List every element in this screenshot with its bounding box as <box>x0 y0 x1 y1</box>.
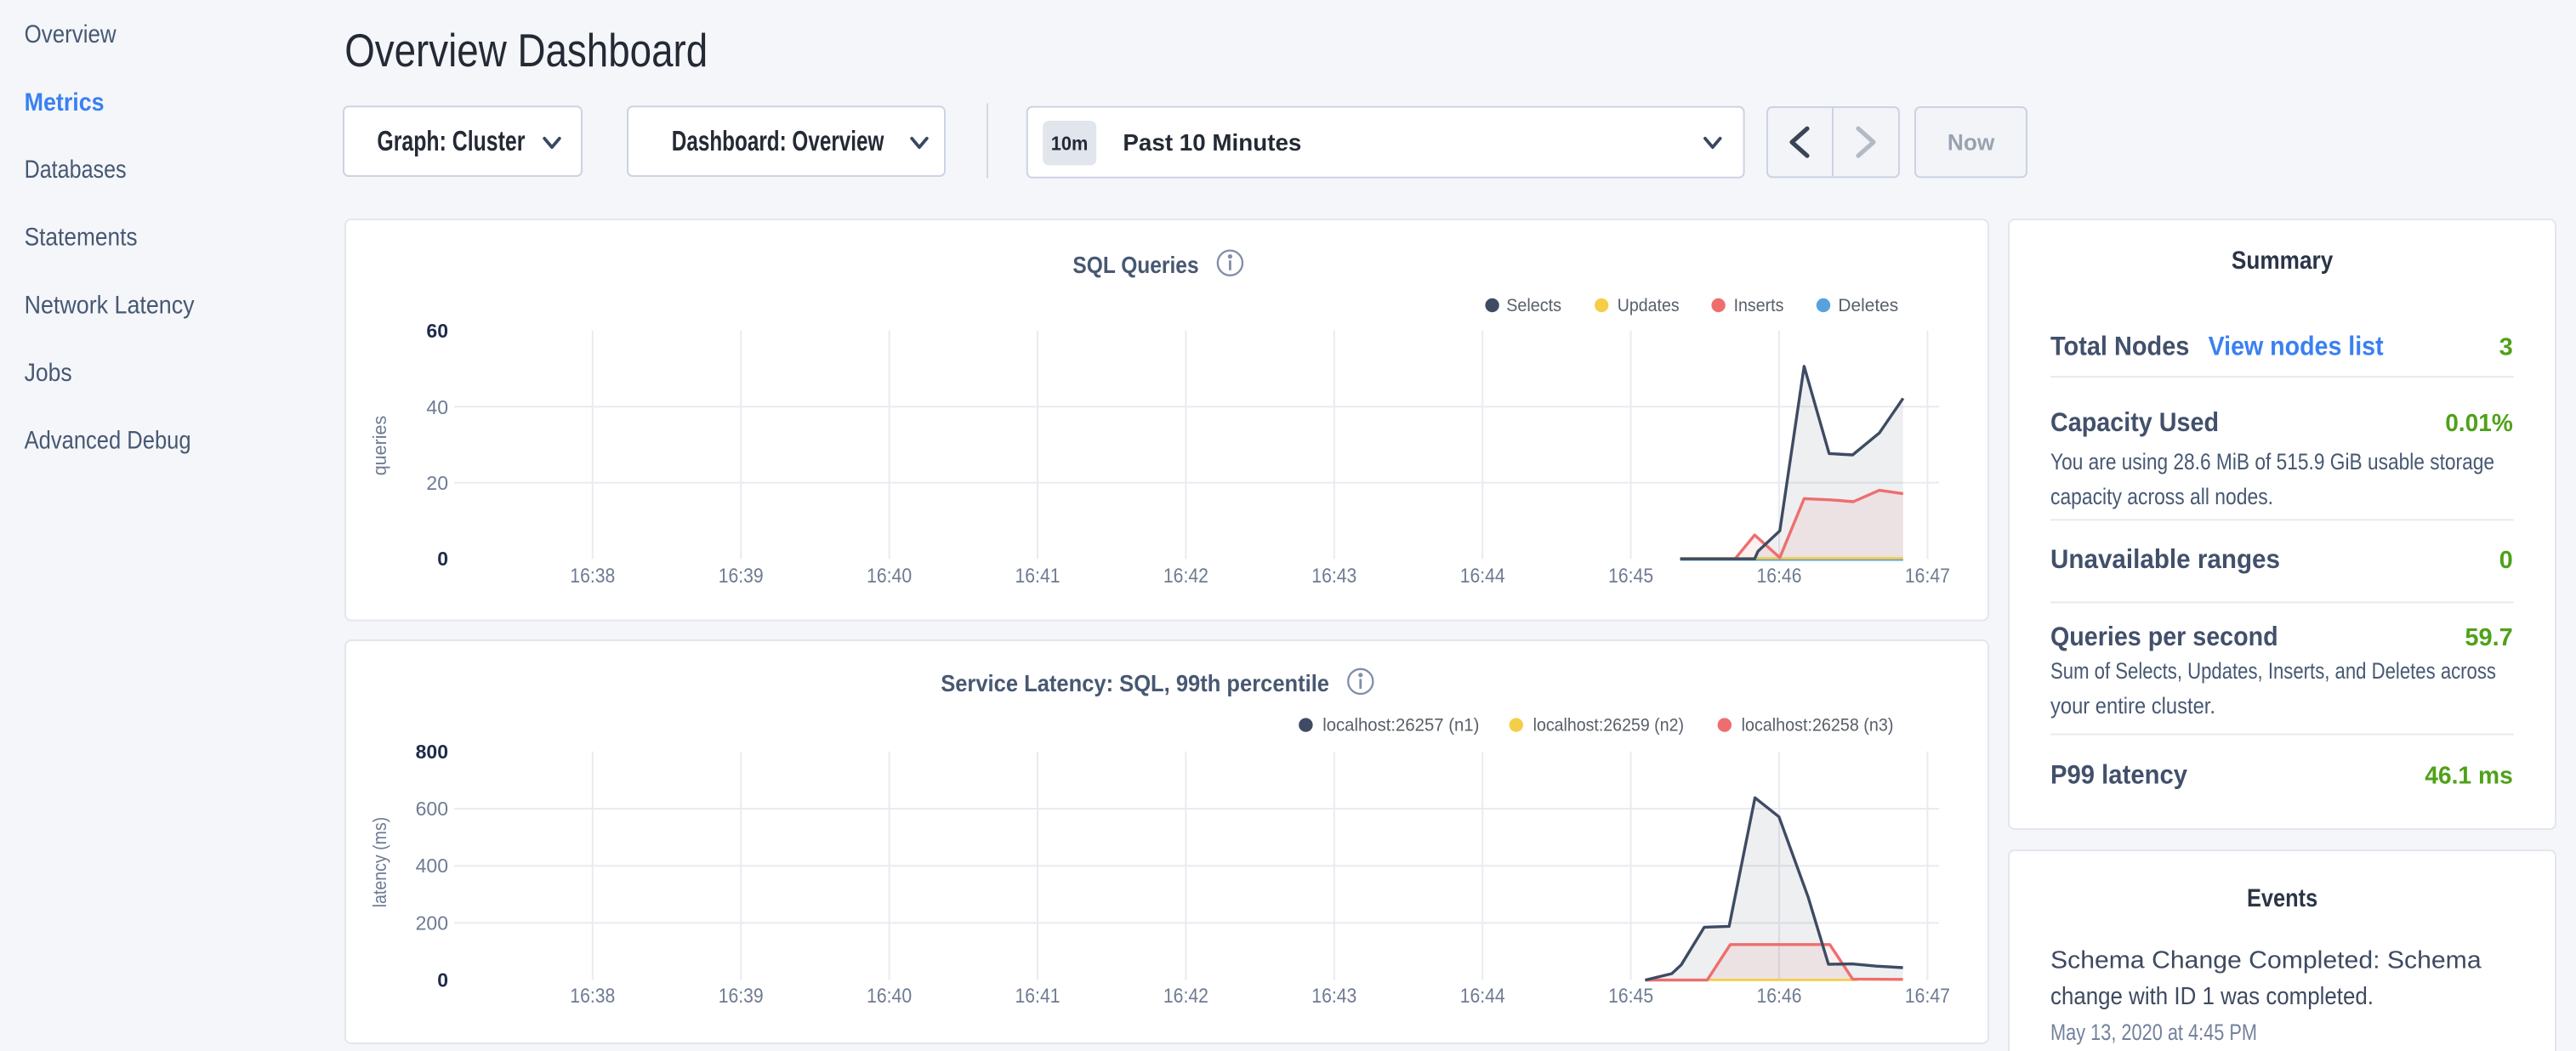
svg-text:16:41: 16:41 <box>1015 565 1061 588</box>
svg-text:Unavailable ranges: Unavailable ranges <box>2050 543 2280 574</box>
svg-text:Capacity Used: Capacity Used <box>2050 406 2219 437</box>
svg-text:localhost:26259 (n2): localhost:26259 (n2) <box>1533 714 1684 735</box>
svg-text:Overview: Overview <box>25 20 117 48</box>
svg-text:16:39: 16:39 <box>719 985 764 1008</box>
svg-text:0: 0 <box>437 969 448 991</box>
svg-text:Databases: Databases <box>25 156 127 184</box>
svg-text:Service Latency: SQL, 99th per: Service Latency: SQL, 99th percentile <box>941 670 1329 696</box>
svg-text:Statements: Statements <box>25 224 138 252</box>
svg-text:Sum of Selects, Updates, Inser: Sum of Selects, Updates, Inserts, and De… <box>2050 658 2496 684</box>
svg-text:16:47: 16:47 <box>1905 565 1950 588</box>
svg-text:16:45: 16:45 <box>1608 985 1653 1008</box>
svg-text:Overview Dashboard: Overview Dashboard <box>344 24 708 77</box>
svg-text:latency (ms): latency (ms) <box>369 817 390 908</box>
svg-text:Summary: Summary <box>2232 247 2334 275</box>
svg-text:Jobs: Jobs <box>25 359 72 387</box>
svg-text:Schema Change Completed: Schem: Schema Change Completed: Schema <box>2050 946 2482 974</box>
svg-text:localhost:26258 (n3): localhost:26258 (n3) <box>1742 714 1894 735</box>
svg-text:Updates: Updates <box>1618 295 1680 315</box>
svg-text:16:45: 16:45 <box>1608 565 1653 588</box>
svg-text:localhost:26257 (n1): localhost:26257 (n1) <box>1322 714 1479 735</box>
svg-text:Dashboard: Overview: Dashboard: Overview <box>672 125 884 156</box>
svg-text:16:44: 16:44 <box>1460 565 1505 588</box>
svg-text:Queries per second: Queries per second <box>2050 621 2278 651</box>
svg-text:16:43: 16:43 <box>1311 985 1356 1008</box>
svg-text:16:47: 16:47 <box>1905 985 1950 1008</box>
svg-text:Past 10 Minutes: Past 10 Minutes <box>1123 129 1301 156</box>
svg-text:0.01%: 0.01% <box>2445 410 2513 437</box>
svg-text:16:38: 16:38 <box>570 985 615 1008</box>
svg-text:queries: queries <box>369 416 390 476</box>
svg-text:16:44: 16:44 <box>1460 985 1505 1008</box>
svg-text:Now: Now <box>1948 129 1995 155</box>
svg-text:Metrics: Metrics <box>25 88 105 116</box>
svg-text:16:38: 16:38 <box>570 565 615 588</box>
svg-text:16:43: 16:43 <box>1311 565 1356 588</box>
svg-text:P99 latency: P99 latency <box>2050 759 2187 790</box>
svg-text:change with ID 1 was completed: change with ID 1 was completed. <box>2050 983 2374 1010</box>
svg-text:200: 200 <box>416 912 448 934</box>
svg-text:16:46: 16:46 <box>1757 985 1802 1008</box>
svg-text:59.7: 59.7 <box>2465 624 2512 651</box>
svg-text:0: 0 <box>437 548 448 570</box>
svg-text:60: 60 <box>426 320 448 342</box>
svg-text:your entire cluster.: your entire cluster. <box>2050 693 2215 719</box>
svg-text:800: 800 <box>416 741 448 763</box>
svg-text:Advanced Debug: Advanced Debug <box>25 427 191 455</box>
svg-text:20: 20 <box>426 472 448 494</box>
svg-text:16:42: 16:42 <box>1163 565 1208 588</box>
svg-text:16:42: 16:42 <box>1163 985 1208 1008</box>
svg-text:16:39: 16:39 <box>719 565 764 588</box>
svg-text:SQL Queries: SQL Queries <box>1072 252 1198 278</box>
svg-text:0: 0 <box>2499 547 2513 574</box>
svg-text:16:40: 16:40 <box>867 985 912 1008</box>
svg-text:May 13, 2020 at 4:45 PM: May 13, 2020 at 4:45 PM <box>2050 1020 2257 1045</box>
svg-text:40: 40 <box>426 396 448 418</box>
svg-text:16:46: 16:46 <box>1757 565 1802 588</box>
svg-text:capacity across all nodes.: capacity across all nodes. <box>2050 484 2273 509</box>
svg-text:16:40: 16:40 <box>867 565 912 588</box>
svg-text:Graph: Cluster: Graph: Cluster <box>377 125 525 156</box>
svg-text:Deletes: Deletes <box>1838 295 1898 315</box>
svg-text:Events: Events <box>2247 884 2317 912</box>
svg-text:600: 600 <box>416 798 448 820</box>
svg-text:Selects: Selects <box>1506 295 1561 315</box>
svg-text:Total Nodes: Total Nodes <box>2050 330 2189 361</box>
svg-text:10m: 10m <box>1051 133 1089 155</box>
svg-text:View nodes list: View nodes list <box>2209 330 2384 361</box>
svg-text:400: 400 <box>416 855 448 877</box>
svg-text:16:41: 16:41 <box>1015 985 1061 1008</box>
svg-text:You are using 28.6 MiB of 515.: You are using 28.6 MiB of 515.9 GiB usab… <box>2050 449 2494 474</box>
svg-text:46.1 ms: 46.1 ms <box>2425 763 2513 790</box>
svg-text:Network Latency: Network Latency <box>25 291 195 319</box>
svg-text:Inserts: Inserts <box>1734 295 1784 315</box>
svg-text:3: 3 <box>2499 333 2513 361</box>
